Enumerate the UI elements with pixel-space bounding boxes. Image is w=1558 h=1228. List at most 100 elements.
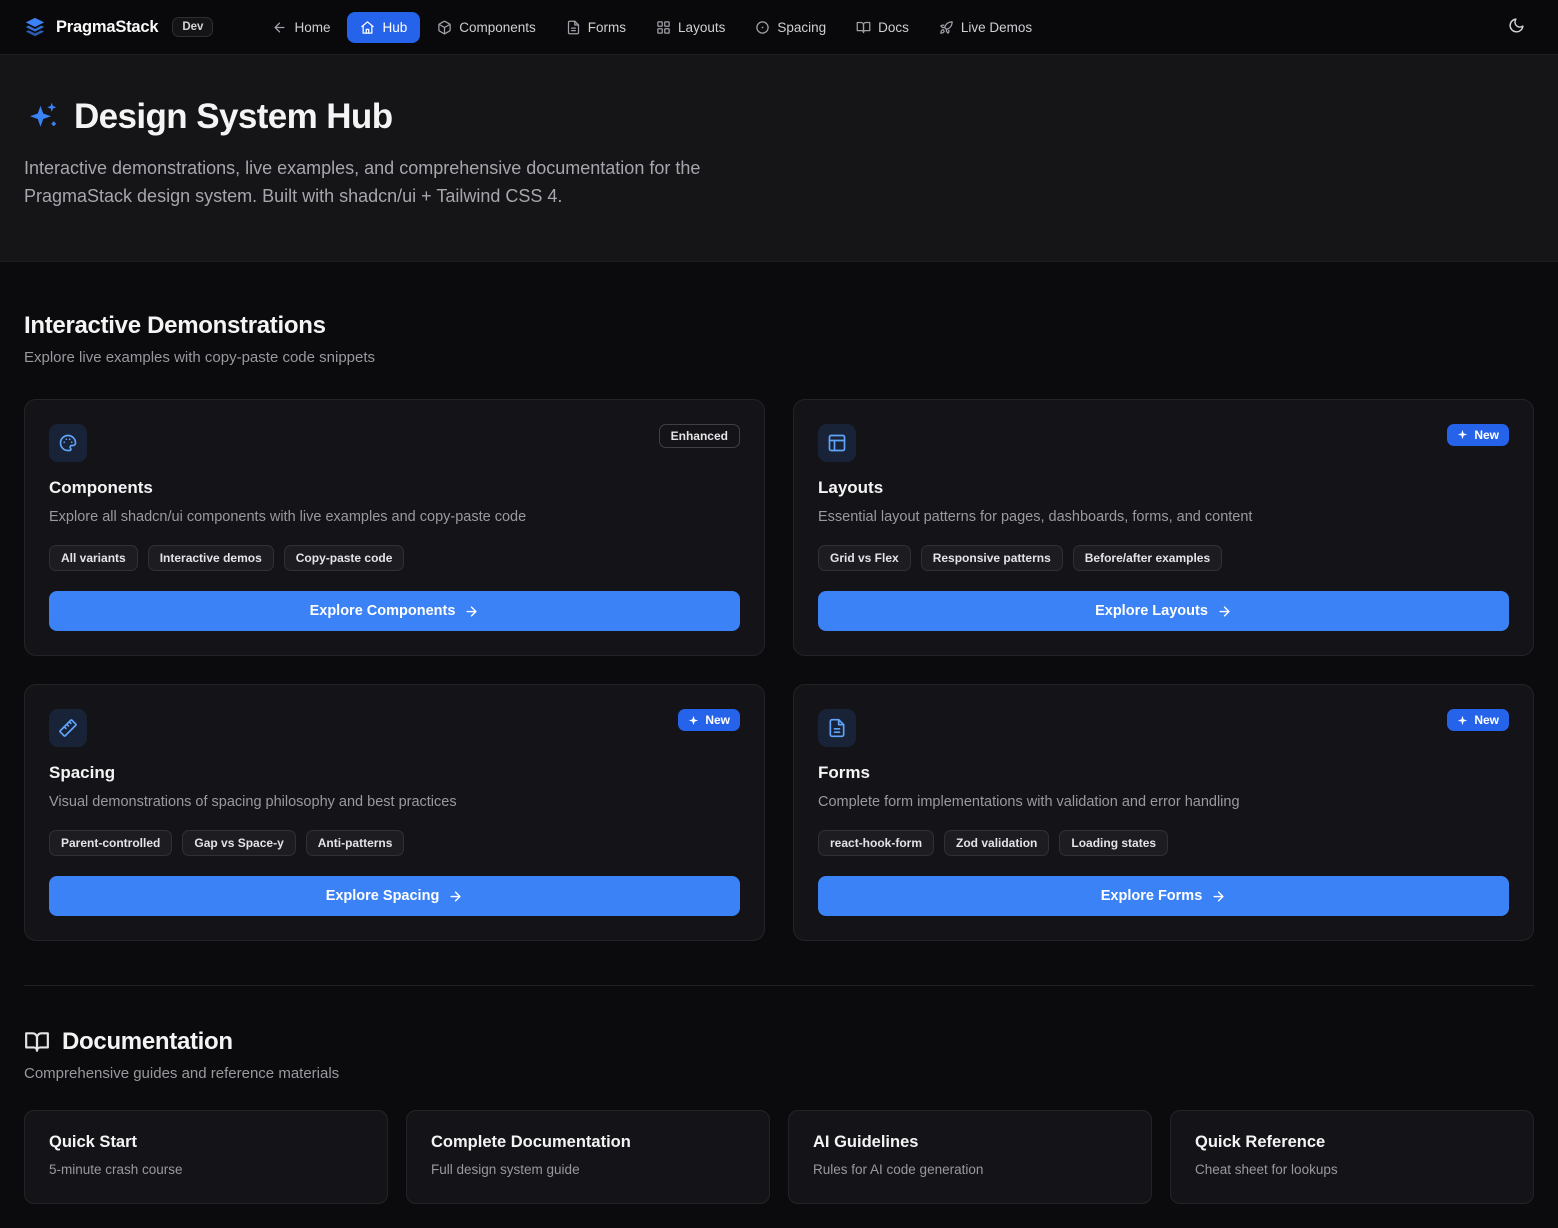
doc-card-description: Rules for AI code generation bbox=[813, 1162, 1127, 1177]
doc-card-description: 5-minute crash course bbox=[49, 1162, 363, 1177]
cta-label: Explore Layouts bbox=[1095, 603, 1208, 619]
doc-card-title: Quick Reference bbox=[1195, 1133, 1509, 1152]
page-subtitle: Interactive demonstrations, live example… bbox=[24, 155, 764, 211]
docs-card-grid: Quick Start 5-minute crash course Comple… bbox=[24, 1110, 1534, 1204]
nav-item-layouts[interactable]: Layouts bbox=[643, 12, 738, 43]
nav-item-label: Live Demos bbox=[961, 20, 1032, 35]
docs-subheading: Comprehensive guides and reference mater… bbox=[24, 1065, 1534, 1082]
card-description: Visual demonstrations of spacing philoso… bbox=[49, 792, 740, 812]
tag: Gap vs Space-y bbox=[182, 830, 295, 856]
card-description: Explore all shadcn/ui components with li… bbox=[49, 507, 740, 527]
doc-card-complete-documentation[interactable]: Complete Documentation Full design syste… bbox=[406, 1110, 770, 1204]
status-badge: Enhanced bbox=[659, 424, 740, 448]
brand-name: PragmaStack bbox=[56, 18, 158, 37]
sparkle-icon bbox=[1457, 715, 1468, 726]
docs-heading: Documentation bbox=[62, 1028, 233, 1056]
cta-label: Explore Components bbox=[310, 603, 456, 619]
brand-wrap[interactable]: PragmaStack Dev bbox=[24, 16, 213, 38]
nav-item-label: Home bbox=[294, 20, 330, 35]
tag: Before/after examples bbox=[1073, 545, 1222, 571]
tag: Copy-paste code bbox=[284, 545, 405, 571]
spacing-icon bbox=[755, 20, 770, 35]
tag: Parent-controlled bbox=[49, 830, 172, 856]
nav-item-label: Hub bbox=[382, 20, 407, 35]
new-badge: New bbox=[1447, 424, 1509, 446]
tag: react-hook-form bbox=[818, 830, 934, 856]
tag: Anti-patterns bbox=[306, 830, 405, 856]
explore-components-button[interactable]: Explore Components bbox=[49, 591, 740, 631]
doc-card-title: Quick Start bbox=[49, 1133, 363, 1152]
demo-card-components: Enhanced Components Explore all shadcn/u… bbox=[24, 399, 765, 656]
navbar: PragmaStack Dev Home Hub Components bbox=[0, 0, 1558, 55]
demos-heading: Interactive Demonstrations bbox=[24, 312, 1534, 340]
tag-row: react-hook-form Zod validation Loading s… bbox=[818, 830, 1509, 856]
layers-logo-icon bbox=[24, 16, 46, 38]
nav-item-docs[interactable]: Docs bbox=[843, 12, 922, 43]
tag-row: Grid vs Flex Responsive patterns Before/… bbox=[818, 545, 1509, 571]
dev-badge: Dev bbox=[172, 17, 213, 37]
nav-item-hub[interactable]: Hub bbox=[347, 12, 420, 43]
nav-item-live-demos[interactable]: Live Demos bbox=[926, 12, 1045, 43]
palette-icon bbox=[49, 424, 87, 462]
new-badge: New bbox=[678, 709, 740, 731]
arrow-right-icon bbox=[448, 889, 463, 904]
sparkle-icon bbox=[1457, 429, 1468, 440]
tag: Responsive patterns bbox=[921, 545, 1063, 571]
doc-card-quick-start[interactable]: Quick Start 5-minute crash course bbox=[24, 1110, 388, 1204]
tag-row: Parent-controlled Gap vs Space-y Anti-pa… bbox=[49, 830, 740, 856]
arrow-right-icon bbox=[1211, 889, 1226, 904]
theme-toggle-button[interactable] bbox=[1498, 9, 1534, 45]
doc-card-description: Full design system guide bbox=[431, 1162, 745, 1177]
explore-forms-button[interactable]: Explore Forms bbox=[818, 876, 1509, 916]
panels-icon bbox=[818, 424, 856, 462]
nav-item-spacing[interactable]: Spacing bbox=[742, 12, 839, 43]
nav-item-label: Components bbox=[459, 20, 536, 35]
tag: Zod validation bbox=[944, 830, 1049, 856]
tag: Loading states bbox=[1059, 830, 1168, 856]
explore-spacing-button[interactable]: Explore Spacing bbox=[49, 876, 740, 916]
hero-section: Design System Hub Interactive demonstrat… bbox=[0, 55, 1558, 262]
nav-item-home[interactable]: Home bbox=[259, 12, 343, 43]
nav-item-label: Spacing bbox=[777, 20, 826, 35]
doc-card-title: AI Guidelines bbox=[813, 1133, 1127, 1152]
nav-item-label: Forms bbox=[588, 20, 626, 35]
sparkles-icon bbox=[24, 99, 60, 135]
doc-card-description: Cheat sheet for lookups bbox=[1195, 1162, 1509, 1177]
tag: All variants bbox=[49, 545, 138, 571]
sparkle-icon bbox=[688, 715, 699, 726]
tag-row: All variants Interactive demos Copy-past… bbox=[49, 545, 740, 571]
demo-card-spacing: New Spacing Visual demonstrations of spa… bbox=[24, 684, 765, 941]
card-title: Spacing bbox=[49, 763, 740, 783]
file-text-icon bbox=[566, 20, 581, 35]
demo-card-grid: Enhanced Components Explore all shadcn/u… bbox=[24, 399, 1534, 942]
cta-label: Explore Spacing bbox=[326, 888, 440, 904]
tag: Grid vs Flex bbox=[818, 545, 911, 571]
card-title: Layouts bbox=[818, 478, 1509, 498]
main-content: Interactive Demonstrations Explore live … bbox=[0, 262, 1558, 1228]
new-badge-label: New bbox=[705, 713, 730, 727]
cta-label: Explore Forms bbox=[1101, 888, 1203, 904]
doc-card-quick-reference[interactable]: Quick Reference Cheat sheet for lookups bbox=[1170, 1110, 1534, 1204]
house-icon bbox=[360, 20, 375, 35]
explore-layouts-button[interactable]: Explore Layouts bbox=[818, 591, 1509, 631]
ruler-icon bbox=[49, 709, 87, 747]
nav-item-label: Layouts bbox=[678, 20, 725, 35]
new-badge-label: New bbox=[1474, 428, 1499, 442]
arrow-right-icon bbox=[464, 604, 479, 619]
arrow-left-icon bbox=[272, 20, 287, 35]
moon-icon bbox=[1508, 17, 1525, 37]
demo-card-layouts: New Layouts Essential layout patterns fo… bbox=[793, 399, 1534, 656]
box-icon bbox=[437, 20, 452, 35]
tag: Interactive demos bbox=[148, 545, 274, 571]
nav-item-forms[interactable]: Forms bbox=[553, 12, 639, 43]
rocket-icon bbox=[939, 20, 954, 35]
demos-section: Interactive Demonstrations Explore live … bbox=[24, 262, 1534, 942]
book-open-icon bbox=[856, 20, 871, 35]
nav-item-components[interactable]: Components bbox=[424, 12, 549, 43]
docs-section: Documentation Comprehensive guides and r… bbox=[24, 986, 1534, 1204]
new-badge: New bbox=[1447, 709, 1509, 731]
demos-subheading: Explore live examples with copy-paste co… bbox=[24, 349, 1534, 366]
doc-card-ai-guidelines[interactable]: AI Guidelines Rules for AI code generati… bbox=[788, 1110, 1152, 1204]
page-title: Design System Hub bbox=[74, 97, 393, 137]
nav-item-label: Docs bbox=[878, 20, 909, 35]
